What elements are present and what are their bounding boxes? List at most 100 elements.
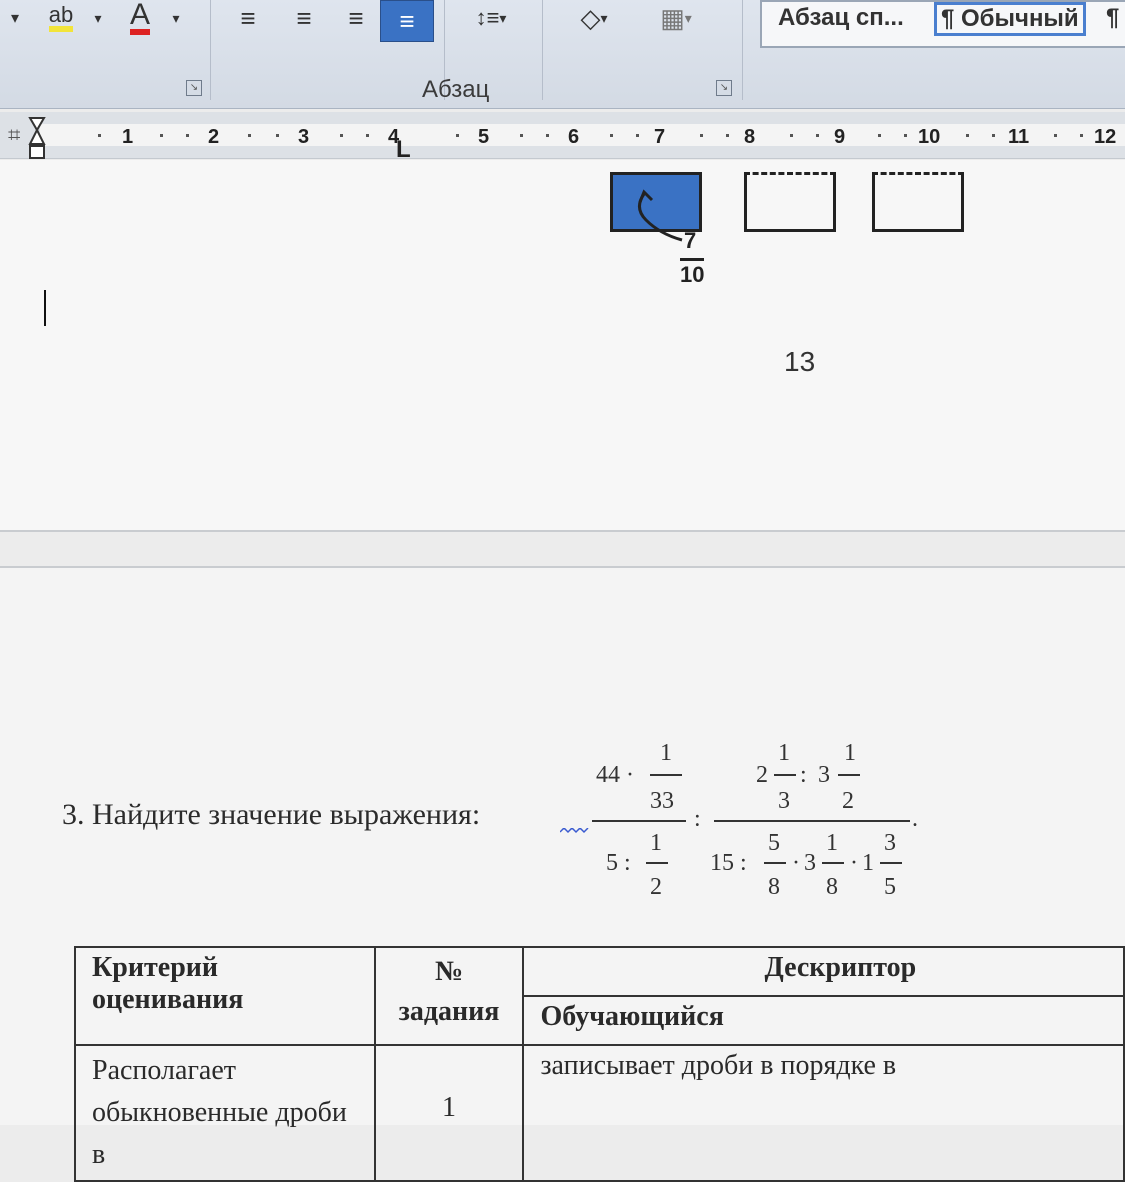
header-task-no-line2: задания <box>398 996 500 1027</box>
spellcheck-underline <box>560 828 589 834</box>
table-row: Располагает обыкновенные дроби в 1 записы… <box>74 1044 1125 1182</box>
task-no-value: 1 <box>442 1092 457 1123</box>
paragraph-group-label: Абзац <box>422 76 490 103</box>
fraction-bar <box>838 774 860 776</box>
fraction-bar <box>764 862 786 864</box>
fraction-bar <box>880 862 902 864</box>
left-den-den: 2 <box>650 874 662 900</box>
fraction-bar <box>646 862 668 864</box>
borders-icon: ▦ <box>660 2 685 33</box>
right-num-b-den: 2 <box>842 788 854 814</box>
right-num-a-den: 3 <box>778 788 790 814</box>
shading-icon: ◇ <box>580 2 601 33</box>
header-task-no: № задания <box>373 946 525 1046</box>
right-den-d-whole: 3 <box>804 850 816 876</box>
header-descriptor: Дескриптор <box>522 946 1125 997</box>
criterion-line2: обыкновенные дроби в <box>92 1097 347 1170</box>
ruler-tick <box>276 134 279 137</box>
left-den-whole: 5 : <box>606 850 631 876</box>
ruler-tick <box>1080 134 1083 137</box>
left-num-whole: 44 · <box>596 762 634 788</box>
right-num-a-whole: 2 <box>756 762 768 788</box>
right-den-dot1: · <box>792 850 800 876</box>
ruler-tick <box>1054 134 1057 137</box>
header-criterion-text: Критерий оценивания <box>92 952 244 1015</box>
right-den-d-num: 1 <box>826 830 838 856</box>
highlight-color-button[interactable]: ab <box>36 0 86 36</box>
styles-gallery: Абзац сп... ¶ Обычный ¶ <box>760 0 1125 48</box>
ruler-tick <box>456 134 459 137</box>
style-next[interactable]: ¶ <box>1106 4 1119 32</box>
handwritten-fraction-numerator: 7 <box>684 228 697 253</box>
ruler-tick <box>186 134 189 137</box>
ruler-tick <box>340 134 343 137</box>
ruler-number: 10 <box>918 126 941 148</box>
text-cursor <box>44 290 46 326</box>
page-boundary-line <box>0 530 1125 532</box>
justify-icon: ≡ <box>399 5 415 36</box>
borders-button[interactable]: ▦ ▾ <box>638 0 714 36</box>
ruler-tick <box>790 134 793 137</box>
align-center-button[interactable]: ≡ <box>284 0 324 36</box>
assessment-table: Критерий оценивания № задания Дескриптор … <box>74 946 1125 1182</box>
page-number: 13 <box>784 346 816 377</box>
left-num-den: 33 <box>650 788 674 814</box>
criterion-cell: Располагает обыкновенные дроби в <box>74 1044 376 1182</box>
justify-button[interactable]: ≡ <box>380 0 434 42</box>
align-right-button[interactable]: ≡ <box>336 0 376 36</box>
line-spacing-icon: ↕≡ <box>475 5 500 30</box>
header-learner: Обучающийся <box>522 995 1125 1046</box>
align-left-icon: ≡ <box>240 2 256 33</box>
indent-marker-icon[interactable] <box>28 116 46 162</box>
ruler-tick <box>726 134 729 137</box>
main-fraction-bar-left <box>592 820 686 822</box>
shading-button[interactable]: ◇ ▾ <box>556 0 632 36</box>
ruler-number: 9 <box>834 126 846 148</box>
tab-selector-icon[interactable]: ⌗ <box>8 122 20 148</box>
dropdown-arrow-icon[interactable]: ▾ <box>166 0 186 36</box>
right-den-d-den: 8 <box>826 874 838 900</box>
descriptor-text: записывает дроби в порядке в <box>540 1050 897 1081</box>
dropdown-arrow-icon[interactable]: ▾ <box>0 0 30 36</box>
ruler-tick <box>546 134 549 137</box>
align-left-button[interactable]: ≡ <box>228 0 268 36</box>
fraction-bar <box>650 774 682 776</box>
ruler-tick <box>160 134 163 137</box>
header-task-no-line1: № <box>434 956 464 987</box>
right-den-e-den: 5 <box>884 874 896 900</box>
right-num-b-num: 1 <box>844 740 856 766</box>
descriptor-cell: записывает дроби в порядке в <box>522 1044 1125 1182</box>
fraction-bar <box>774 774 796 776</box>
font-dialog-launcher-icon[interactable]: ↘ <box>186 80 202 96</box>
right-num-mid: : <box>800 762 807 788</box>
right-den-dot2: · <box>850 850 858 876</box>
paragraph-dialog-launcher-icon[interactable]: ↘ <box>716 80 732 96</box>
header-criterion: Критерий оценивания <box>74 946 376 1046</box>
separator <box>742 0 743 100</box>
ruler-tick <box>610 134 613 137</box>
ribbon: ▾ ab ▾ A ▾ ≡ ≡ ≡ ≡ ↕≡ ▾ ◇ ▾ ▦ ▾ Абзац сп...… <box>0 0 1125 109</box>
right-den-lead: 15 : <box>710 850 747 876</box>
task-no-cell: 1 <box>373 1044 525 1182</box>
right-num-b-whole: 3 <box>818 762 830 788</box>
arrow-drawing <box>638 189 683 242</box>
style-list-paragraph[interactable]: Абзац сп... <box>778 4 904 32</box>
ruler-number: 5 <box>478 126 490 148</box>
ruler-tick <box>816 134 819 137</box>
ruler-number: 3 <box>298 126 310 148</box>
fraction-bar <box>822 862 844 864</box>
ruler-tick <box>520 134 523 137</box>
ruler-number: 8 <box>744 126 756 148</box>
ruler-tick <box>636 134 639 137</box>
style-normal[interactable]: ¶ Обычный <box>934 2 1086 36</box>
right-den-e-whole: 1 <box>862 850 874 876</box>
align-center-icon: ≡ <box>296 2 312 33</box>
align-right-icon: ≡ <box>348 2 364 33</box>
ruler-tick <box>992 134 995 137</box>
line-spacing-button[interactable]: ↕≡ ▾ <box>456 0 526 36</box>
ruler-number: 11 <box>1008 126 1030 148</box>
ruler-number: 7 <box>654 126 666 148</box>
font-color-button[interactable]: A <box>118 0 162 36</box>
dropdown-arrow-icon[interactable]: ▾ <box>88 0 108 36</box>
ruler-number: 2 <box>208 126 220 148</box>
